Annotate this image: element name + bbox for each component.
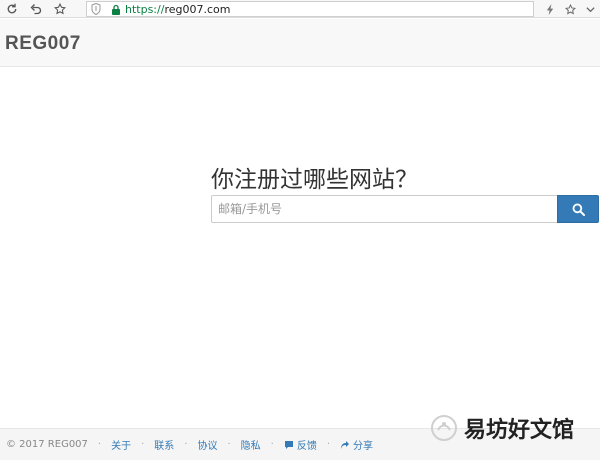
browser-toolbar: https://reg007.com (0, 0, 600, 18)
watermark-logo-icon (430, 415, 457, 441)
brand-logo[interactable]: REG007 (5, 33, 81, 55)
footer-link-feedback-label: 反馈 (296, 441, 317, 452)
footer-link-privacy[interactable]: 隐私 (241, 437, 261, 452)
undo-icon[interactable] (24, 0, 48, 18)
footer-link-terms[interactable]: 协议 (197, 437, 217, 452)
search-icon (572, 203, 585, 216)
chevron-down-icon[interactable] (580, 0, 600, 18)
address-bar[interactable]: https://reg007.com (86, 1, 534, 17)
search-input[interactable] (211, 195, 557, 223)
footer-separator: · (184, 439, 188, 450)
reload-icon[interactable] (0, 0, 24, 18)
copyright-text: © 2017 REG007 (6, 439, 88, 450)
footer-separator: · (227, 439, 231, 450)
bookmark-star-icon[interactable] (48, 0, 72, 18)
watermark-text: 易坊好文馆 (463, 418, 574, 443)
lightning-icon[interactable] (540, 0, 560, 18)
share-icon (341, 440, 350, 449)
watermark: 易坊好文馆 (430, 413, 574, 443)
search-form (211, 195, 599, 223)
url-scheme: https:// (125, 2, 165, 16)
footer-separator: · (326, 439, 331, 450)
shield-icon (91, 3, 101, 15)
footer-link-contact[interactable]: 联系 (154, 437, 174, 452)
url-host: reg007.com (164, 2, 231, 16)
favorite-star-icon[interactable] (560, 0, 580, 18)
comment-icon (284, 440, 293, 449)
page-title: 你注册过哪些网站？ (211, 167, 418, 193)
search-button[interactable] (557, 195, 599, 223)
footer-separator: · (97, 439, 102, 450)
lock-icon (112, 4, 120, 15)
footer-link-share[interactable]: 分享 (340, 437, 373, 452)
footer-link-share-label: 分享 (353, 441, 374, 452)
site-navbar: REG007 (0, 19, 600, 67)
footer-separator: · (270, 439, 274, 450)
footer-link-about[interactable]: 关于 (111, 437, 131, 452)
footer-separator: · (141, 439, 145, 450)
footer-link-feedback[interactable]: 反馈 (284, 437, 317, 452)
